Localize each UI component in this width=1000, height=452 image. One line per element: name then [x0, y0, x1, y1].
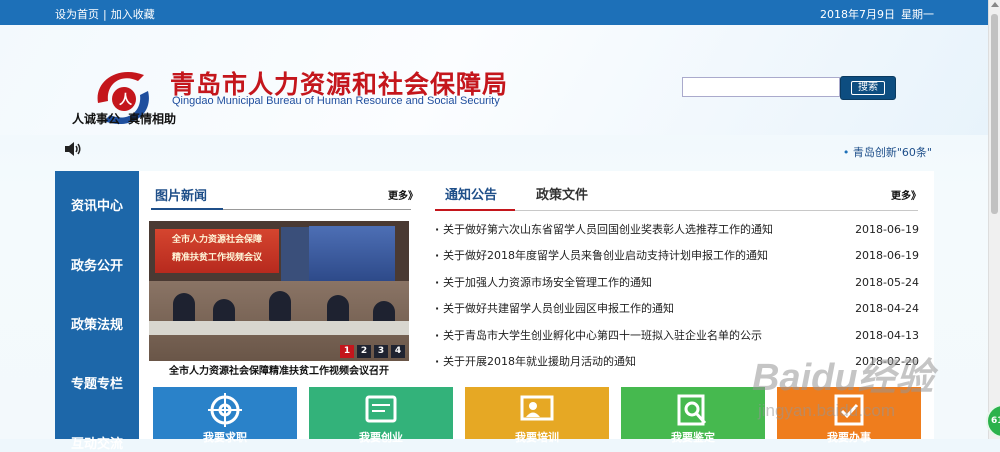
tile-label: 我要鉴定	[671, 431, 715, 444]
sidebar-item-special-topics[interactable]: 专题专栏	[55, 373, 139, 392]
notice-list: 关于做好第六次山东省留学人员回国创业奖表彰人选推荐工作的通知 2018-06-19…	[435, 222, 919, 380]
photo-screen-right	[309, 226, 395, 284]
tile-training[interactable]: 我要培训	[465, 387, 609, 444]
tile-job-seeking[interactable]: 我要求职	[153, 387, 297, 444]
notice-title[interactable]: 关于做好2018年度留学人员来鲁创业启动支持计划申报工作的通知	[435, 248, 768, 264]
tile-services[interactable]: 我要办事	[777, 387, 921, 444]
photo-page-4[interactable]: 4	[391, 345, 405, 358]
list-item: 关于做好2018年度留学人员来鲁创业启动支持计划申报工作的通知 2018-06-1…	[435, 248, 919, 274]
list-item: 关于开展2018年就业援助月活动的通知 2018-02-20	[435, 354, 919, 380]
tile-label: 我要求职	[203, 431, 247, 444]
svg-text:人: 人	[119, 92, 133, 108]
tile-entrepreneurship[interactable]: 我要创业	[309, 387, 453, 444]
notice-title[interactable]: 关于开展2018年就业援助月活动的通知	[435, 354, 636, 370]
notice-date: 2018-06-19	[855, 249, 919, 263]
top-bar: 设为首页 | 加入收藏 2018年7月9日 星期一	[0, 0, 988, 25]
search-input[interactable]	[682, 77, 840, 97]
photo-banner-line-1: 全市人力资源社会保障	[171, 235, 262, 245]
scroll-up-arrow-icon[interactable]	[991, 2, 999, 7]
photo-page-3[interactable]: 3	[374, 345, 388, 358]
scrollbar-thumb[interactable]	[991, 14, 998, 214]
top-links: 设为首页 | 加入收藏	[55, 6, 155, 22]
search-button[interactable]: 搜索	[840, 76, 896, 100]
slogan-part-1: 人诚事公	[72, 112, 121, 126]
picture-news-more-link[interactable]: 更多》	[388, 187, 418, 202]
news-divider	[435, 209, 918, 211]
notice-date: 2018-04-13	[855, 328, 919, 342]
form-icon	[834, 394, 864, 426]
notice-title[interactable]: 关于做好共建留学人员创业园区申报工作的通知	[435, 301, 674, 317]
training-icon	[520, 395, 554, 421]
photo-banner-line-2: 精准扶贫工作视频会议	[171, 253, 262, 263]
list-item: 关于青岛市大学生创业孵化中心第四十一班拟入驻企业名单的公示 2018-04-13	[435, 328, 919, 354]
tile-appraisal[interactable]: 我要鉴定	[621, 387, 765, 444]
notice-date: 2018-04-24	[855, 302, 919, 316]
photo-screen-middle	[281, 227, 309, 283]
speaker-icon	[65, 142, 81, 156]
news-photo[interactable]: 全市人力资源社会保障 精准扶贫工作视频会议 1 2 3 4	[149, 221, 409, 361]
weekday-text: 星期一	[901, 8, 934, 21]
search-button-label: 搜索	[851, 81, 885, 95]
date-text: 2018年7月9日	[820, 8, 895, 21]
sidebar-nav: 资讯中心 政务公开 政策法规 专题专栏 互动交流	[55, 171, 139, 452]
picture-news-divider	[151, 208, 411, 210]
target-icon	[208, 393, 242, 427]
news-more-link[interactable]: 更多》	[891, 187, 921, 202]
sidebar-item-news-center[interactable]: 资讯中心	[55, 195, 139, 214]
slogan-part-2: 真情相助	[128, 112, 177, 126]
photo-page-2[interactable]: 2	[357, 345, 371, 358]
notice-title[interactable]: 关于青岛市大学生创业孵化中心第四十一班拟入驻企业名单的公示	[435, 328, 762, 344]
add-favorite-link[interactable]: 加入收藏	[111, 8, 155, 21]
notice-date: 2018-02-20	[855, 354, 919, 368]
photo-person	[173, 293, 195, 323]
sidebar-item-government-affairs[interactable]: 政务公开	[55, 255, 139, 274]
photo-pager: 1 2 3 4	[337, 345, 405, 358]
photo-table	[149, 321, 409, 335]
site-slogan: 人诚事公 真情相助	[72, 110, 176, 127]
scrolling-announcement[interactable]: 青岛创新"60条"	[843, 144, 932, 160]
photo-banner: 全市人力资源社会保障 精准扶贫工作视频会议	[155, 229, 279, 273]
list-item: 关于做好第六次山东省留学人员回国创业奖表彰人选推荐工作的通知 2018-06-19	[435, 222, 919, 248]
notice-date: 2018-05-24	[855, 275, 919, 289]
picture-news-title: 图片新闻	[155, 189, 208, 204]
page-scrollbar[interactable]	[988, 0, 1000, 439]
inspect-icon	[677, 394, 707, 426]
notice-title[interactable]: 关于做好第六次山东省留学人员回国创业奖表彰人选推荐工作的通知	[435, 222, 773, 238]
sidebar-item-policies[interactable]: 政策法规	[55, 314, 139, 333]
list-item: 关于做好共建留学人员创业园区申报工作的通知 2018-04-24	[435, 301, 919, 327]
main-content: 图片新闻 更多》 全市人力资源社会保障 精准扶贫工作视频会议 1 2 3 4 全…	[139, 171, 934, 444]
sidebar-item-interaction[interactable]: 互动交流	[55, 433, 139, 452]
notice-date: 2018-06-19	[855, 223, 919, 236]
site-header: 人 青岛市人力资源和社会保障局 Qingdao Municipal Bureau…	[0, 25, 988, 135]
current-date: 2018年7月9日 星期一	[820, 6, 934, 22]
photo-person	[269, 291, 291, 321]
tile-label: 我要创业	[359, 431, 403, 444]
photo-caption[interactable]: 全市人力资源社会保障精准扶贫工作视频会议召开	[149, 362, 409, 377]
tile-label: 我要培训	[515, 431, 559, 444]
tab-notices[interactable]: 通知公告	[445, 184, 497, 203]
top-separator: |	[103, 8, 107, 21]
list-item: 关于加强人力资源市场安全管理工作的通知 2018-05-24	[435, 275, 919, 301]
notice-title[interactable]: 关于加强人力资源市场安全管理工作的通知	[435, 275, 652, 291]
photo-page-1[interactable]: 1	[340, 345, 354, 358]
tab-policy-documents[interactable]: 政策文件	[536, 184, 588, 203]
certificate-icon	[365, 395, 397, 423]
tile-label: 我要办事	[827, 431, 871, 444]
set-home-link[interactable]: 设为首页	[55, 8, 99, 21]
site-title-en: Qingdao Municipal Bureau of Human Resour…	[172, 95, 500, 107]
